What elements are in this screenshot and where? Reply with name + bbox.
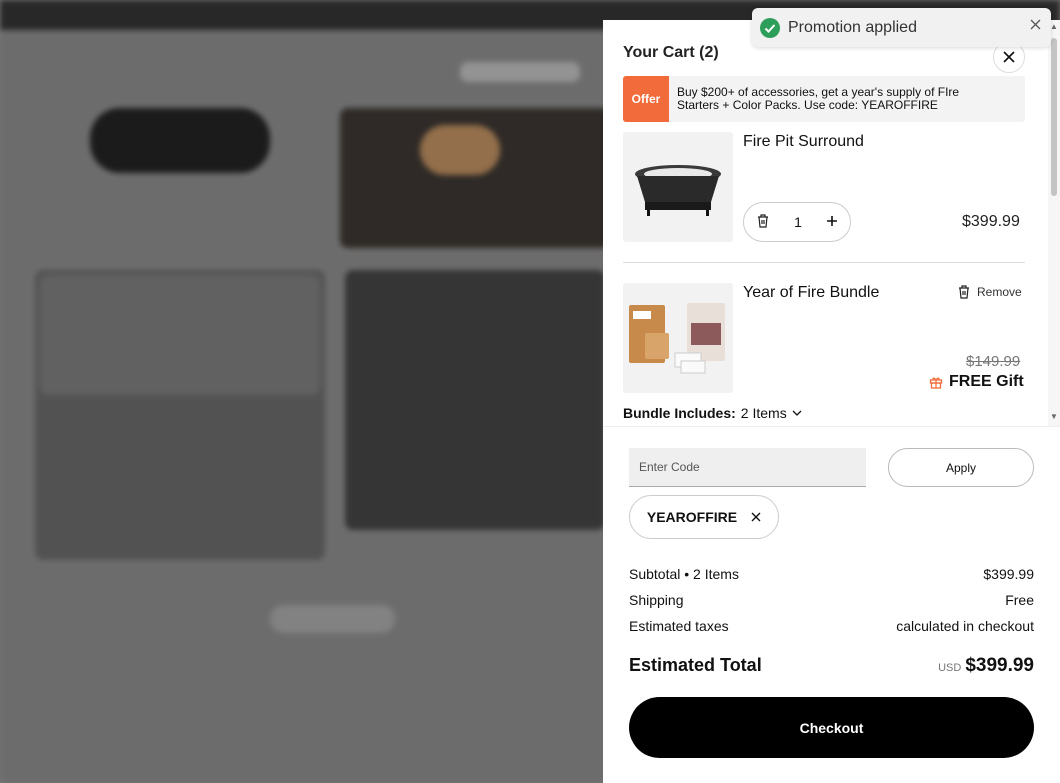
apply-button[interactable]: Apply [888,448,1034,487]
item-price: $399.99 [962,213,1020,230]
shipping-row: Shipping Free [629,592,1034,608]
total-row: Estimated Total USD $399.99 [629,655,1034,677]
cart-drawer: Your Cart (2) Offer Buy $200+ of accesso… [603,20,1060,783]
taxes-label: Estimated taxes [629,618,729,634]
bundle-count: 2 Items [740,405,787,421]
bundle-includes-toggle[interactable]: Bundle Includes: 2 Items [623,405,802,421]
year-of-fire-bundle-image[interactable] [623,283,733,393]
currency-code: USD [938,662,962,674]
offer-banner: Offer Buy $200+ of accessories, get a ye… [623,76,1025,122]
cart-scrollbar[interactable]: ▲ ▼ [1048,20,1060,426]
scroll-down-arrow[interactable]: ▼ [1050,412,1058,421]
bundle-product-image [629,303,725,374]
applied-code: YEAROFFIRE [646,509,738,525]
cart-title: Your Cart (2) [623,44,719,61]
remove-label: Remove [977,284,1022,299]
cart-item-name[interactable]: Fire Pit Surround [743,133,864,151]
trash-icon [959,285,969,299]
subtotal-label: Subtotal • 2 Items [629,566,739,582]
bundle-includes-label: Bundle Includes: [623,405,736,421]
taxes-value: calculated in checkout [896,618,1034,634]
scroll-up-arrow[interactable]: ▲ [1050,22,1058,31]
taxes-row: Estimated taxes calculated in checkout [629,618,1034,634]
original-price: $149.99 [966,353,1021,370]
fire-pit-product-image [635,165,721,216]
total-value: $399.99 [965,655,1034,676]
subtotal-row: Subtotal • 2 Items $399.99 [629,566,1034,582]
remove-button[interactable]: Remove [957,284,1022,299]
shipping-value: Free [1005,592,1034,608]
subtotal-value: $399.99 [983,566,1034,582]
cart-item-name[interactable]: Year of Fire Bundle [743,284,879,302]
quantity-value[interactable]: 1 [794,214,802,230]
cart-footer: Apply YEAROFFIRE Subtotal • 2 Items $399… [603,426,1060,783]
offer-badge: Offer [623,76,669,122]
promo-code-input[interactable] [629,448,866,487]
fire-pit-surround-image[interactable] [623,132,733,242]
free-gift-label: FREE Gift [929,373,1024,391]
quantity-stepper: 1 [743,202,851,242]
promotion-toast: Promotion applied [752,8,1051,47]
toast-message: Promotion applied [788,18,917,36]
plus-icon[interactable] [826,214,838,230]
chevron-down-icon [792,410,802,416]
gift-text: FREE Gift [949,373,1024,390]
gift-icon [929,377,943,389]
remove-promo-icon[interactable] [751,509,761,525]
toast-close-icon[interactable] [1030,17,1041,35]
cart-items-area: Your Cart (2) Offer Buy $200+ of accesso… [603,20,1060,426]
trash-icon[interactable] [756,213,770,231]
scroll-thumb[interactable] [1051,38,1057,196]
applied-promo-chip: YEAROFFIRE [629,495,779,539]
total-label: Estimated Total [629,655,762,675]
check-circle-icon [760,17,780,38]
item-divider [623,262,1025,263]
offer-text: Buy $200+ of accessories, get a year's s… [677,85,960,112]
close-icon [1003,51,1015,63]
total-amount: USD $399.99 [938,655,1034,677]
shipping-label: Shipping [629,592,684,608]
checkout-button[interactable]: Checkout [629,697,1034,758]
